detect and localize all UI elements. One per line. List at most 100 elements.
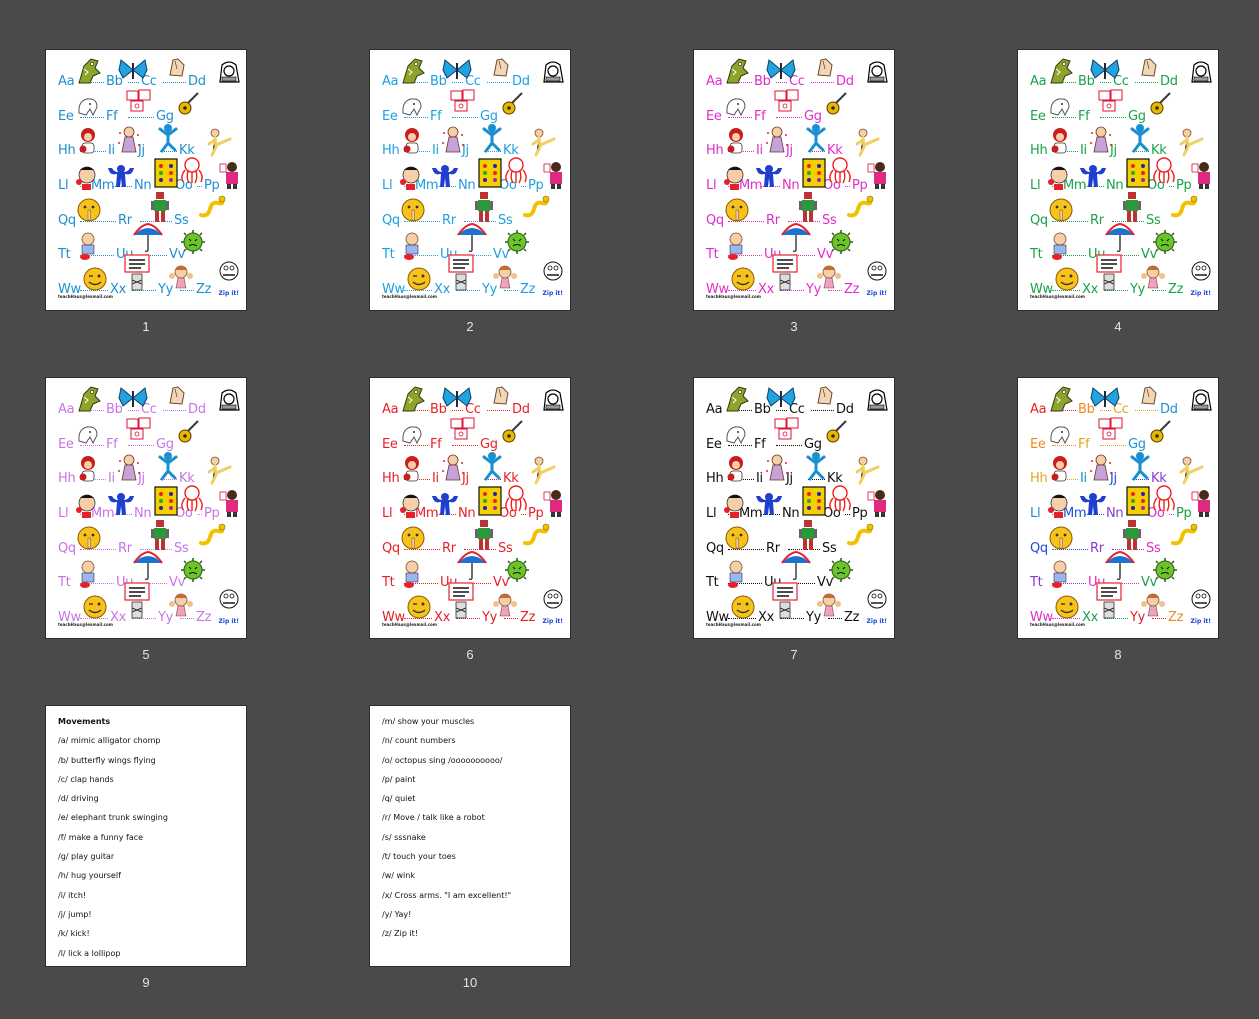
guitar-icon: [502, 419, 524, 450]
paint-icon: [542, 160, 566, 195]
paint-icon: [542, 488, 566, 523]
toes-icon: [1048, 559, 1072, 594]
jump-icon: [156, 451, 180, 488]
letter-pair: Rr: [118, 213, 132, 228]
octopus-icon: [1150, 156, 1178, 189]
page-thumbnail[interactable]: Aa Bb Cc Dd Ee Ff Gg Hh Ii Jj Kk Ll Mm Nn Oo Pp Qq Rr Ss Tt…: [45, 377, 247, 639]
octopus-icon: [826, 484, 854, 517]
alphabet-row: Hh Ii Jj Kk: [370, 124, 570, 163]
letter-pair: Ee: [706, 109, 722, 124]
guitar-icon: [178, 91, 200, 122]
page-number: 4: [1114, 319, 1122, 334]
list-item: /b/ butterfly wings flying: [58, 755, 156, 765]
jump-icon: [804, 123, 828, 160]
numbers-icon: [1126, 158, 1150, 193]
footer-credit: teachHaus@lexmail.com: [382, 294, 437, 299]
letter-pair: Qq: [382, 213, 400, 228]
kick-icon: [1178, 455, 1204, 490]
excellent-icon: [124, 582, 150, 625]
butterfly-icon: [118, 58, 148, 87]
snake-icon: [846, 195, 876, 224]
letter-pair: Ee: [58, 437, 74, 452]
alphabet-row: Ee Ff Gg: [1018, 417, 1218, 457]
alphabet-row: Hh Ii Jj Kk: [694, 124, 894, 163]
quiet-icon: [1048, 197, 1074, 230]
letter-pair: Gg: [156, 109, 174, 124]
page-thumbnail[interactable]: /m/ show your muscles/n/ count numbers/o…: [369, 705, 571, 967]
alphabet-row: Ll Mm Nn Oo Pp: [46, 157, 246, 198]
letter-pair: Aa: [58, 402, 75, 417]
excellent-icon: [772, 582, 798, 625]
letter-pair: Nn: [134, 506, 152, 521]
letter-pair: Ff: [1078, 109, 1090, 124]
list-item: /q/ quiet: [382, 794, 416, 804]
letter-pair: Ss: [498, 213, 513, 228]
letter-pair: Ss: [1146, 541, 1161, 556]
letter-pair: Dd: [512, 402, 530, 417]
car-icon: [864, 385, 890, 420]
letter-pair: Ff: [754, 437, 766, 452]
car-icon: [540, 385, 566, 420]
clap-icon: [1138, 385, 1160, 412]
page-thumbnail[interactable]: Aa Bb Cc Dd Ee Ff Gg Hh Ii Jj Kk Ll Mm Nn Oo Pp Qq Rr Ss Tt…: [693, 49, 895, 311]
funny-icon: [1098, 89, 1124, 118]
wink-icon: [730, 266, 756, 297]
footer-credit: teachHaus@lexmail.com: [1030, 622, 1085, 627]
jump-icon: [156, 123, 180, 160]
page-thumbnail[interactable]: Aa Bb Cc Dd Ee Ff Gg Hh Ii Jj Kk Ll Mm Nn Oo Pp Qq Rr Ss Tt…: [1017, 377, 1219, 639]
alphabet-row: Hh Ii Jj Kk: [370, 452, 570, 491]
letter-pair: Nn: [458, 506, 476, 521]
letter-pair: Ff: [754, 109, 766, 124]
numbers-icon: [478, 486, 502, 521]
zip-it-label: Zip it!: [218, 618, 239, 625]
page-thumbnail[interactable]: Aa Bb Cc Dd Ee Ff Gg Hh Ii Jj Kk Ll Mm Nn Oo Pp Qq Rr Ss Tt…: [1017, 49, 1219, 311]
letter-pair: Ss: [822, 541, 837, 556]
letter-pair: Qq: [1030, 541, 1048, 556]
octopus-icon: [502, 156, 530, 189]
page-number: 3: [790, 319, 798, 334]
clap-icon: [166, 57, 188, 84]
yay-icon: [492, 592, 518, 623]
virus-icon: [180, 229, 206, 260]
letter-pair: Qq: [706, 541, 724, 556]
virus-icon: [180, 557, 206, 588]
letter-pair: Nn: [1106, 506, 1124, 521]
hug-icon: [1048, 127, 1072, 162]
letter-pair: Hh: [706, 143, 724, 158]
umbrella-icon: [1104, 550, 1136, 586]
list-item: /s/ sssnake: [382, 832, 426, 842]
quiet-icon: [1048, 525, 1074, 558]
letter-pair: Hh: [1030, 471, 1048, 486]
toes-icon: [724, 231, 748, 266]
alphabet-row: Ee Ff Gg: [1018, 89, 1218, 129]
letter-pair: Zz: [196, 610, 212, 625]
page-thumbnail[interactable]: Aa Bb Cc Dd Ee Ff Gg Hh Ii Jj Kk Ll Mm Nn Oo Pp Qq Rr Ss Tt…: [45, 49, 247, 311]
octopus-icon: [826, 156, 854, 189]
lollipop-icon: [1044, 164, 1070, 197]
page-thumbnail[interactable]: Aa Bb Cc Dd Ee Ff Gg Hh Ii Jj Kk Ll Mm Nn Oo Pp Qq Rr Ss Tt…: [369, 377, 571, 639]
zip-it-label: Zip it!: [218, 290, 239, 297]
jump-icon: [1128, 451, 1152, 488]
umbrella-icon: [780, 222, 812, 258]
snake-icon: [522, 523, 552, 552]
yay-icon: [1140, 592, 1166, 623]
umbrella-icon: [780, 550, 812, 586]
butterfly-icon: [118, 386, 148, 415]
yay-icon: [816, 592, 842, 623]
kick-icon: [206, 455, 232, 490]
letter-pair: Ss: [174, 541, 189, 556]
list-item: /d/ driving: [58, 794, 99, 804]
page-thumbnail[interactable]: Movements/a/ mimic alligator chomp/b/ bu…: [45, 705, 247, 967]
snake-icon: [1170, 195, 1200, 224]
butterfly-icon: [1090, 58, 1120, 87]
letter-pair: Ee: [706, 437, 722, 452]
octopus-icon: [178, 156, 206, 189]
letter-pair: Nn: [782, 178, 800, 193]
page-thumbnail[interactable]: Aa Bb Cc Dd Ee Ff Gg Hh Ii Jj Kk Ll Mm Nn Oo Pp Qq Rr Ss Tt…: [369, 49, 571, 311]
snake-icon: [522, 195, 552, 224]
letter-pair: Nn: [458, 178, 476, 193]
numbers-icon: [478, 158, 502, 193]
page-thumbnail[interactable]: Aa Bb Cc Dd Ee Ff Gg Hh Ii Jj Kk Ll Mm Nn Oo Pp Qq Rr Ss Tt…: [693, 377, 895, 639]
list-item: /j/ jump!: [58, 909, 92, 919]
letter-pair: Hh: [1030, 143, 1048, 158]
